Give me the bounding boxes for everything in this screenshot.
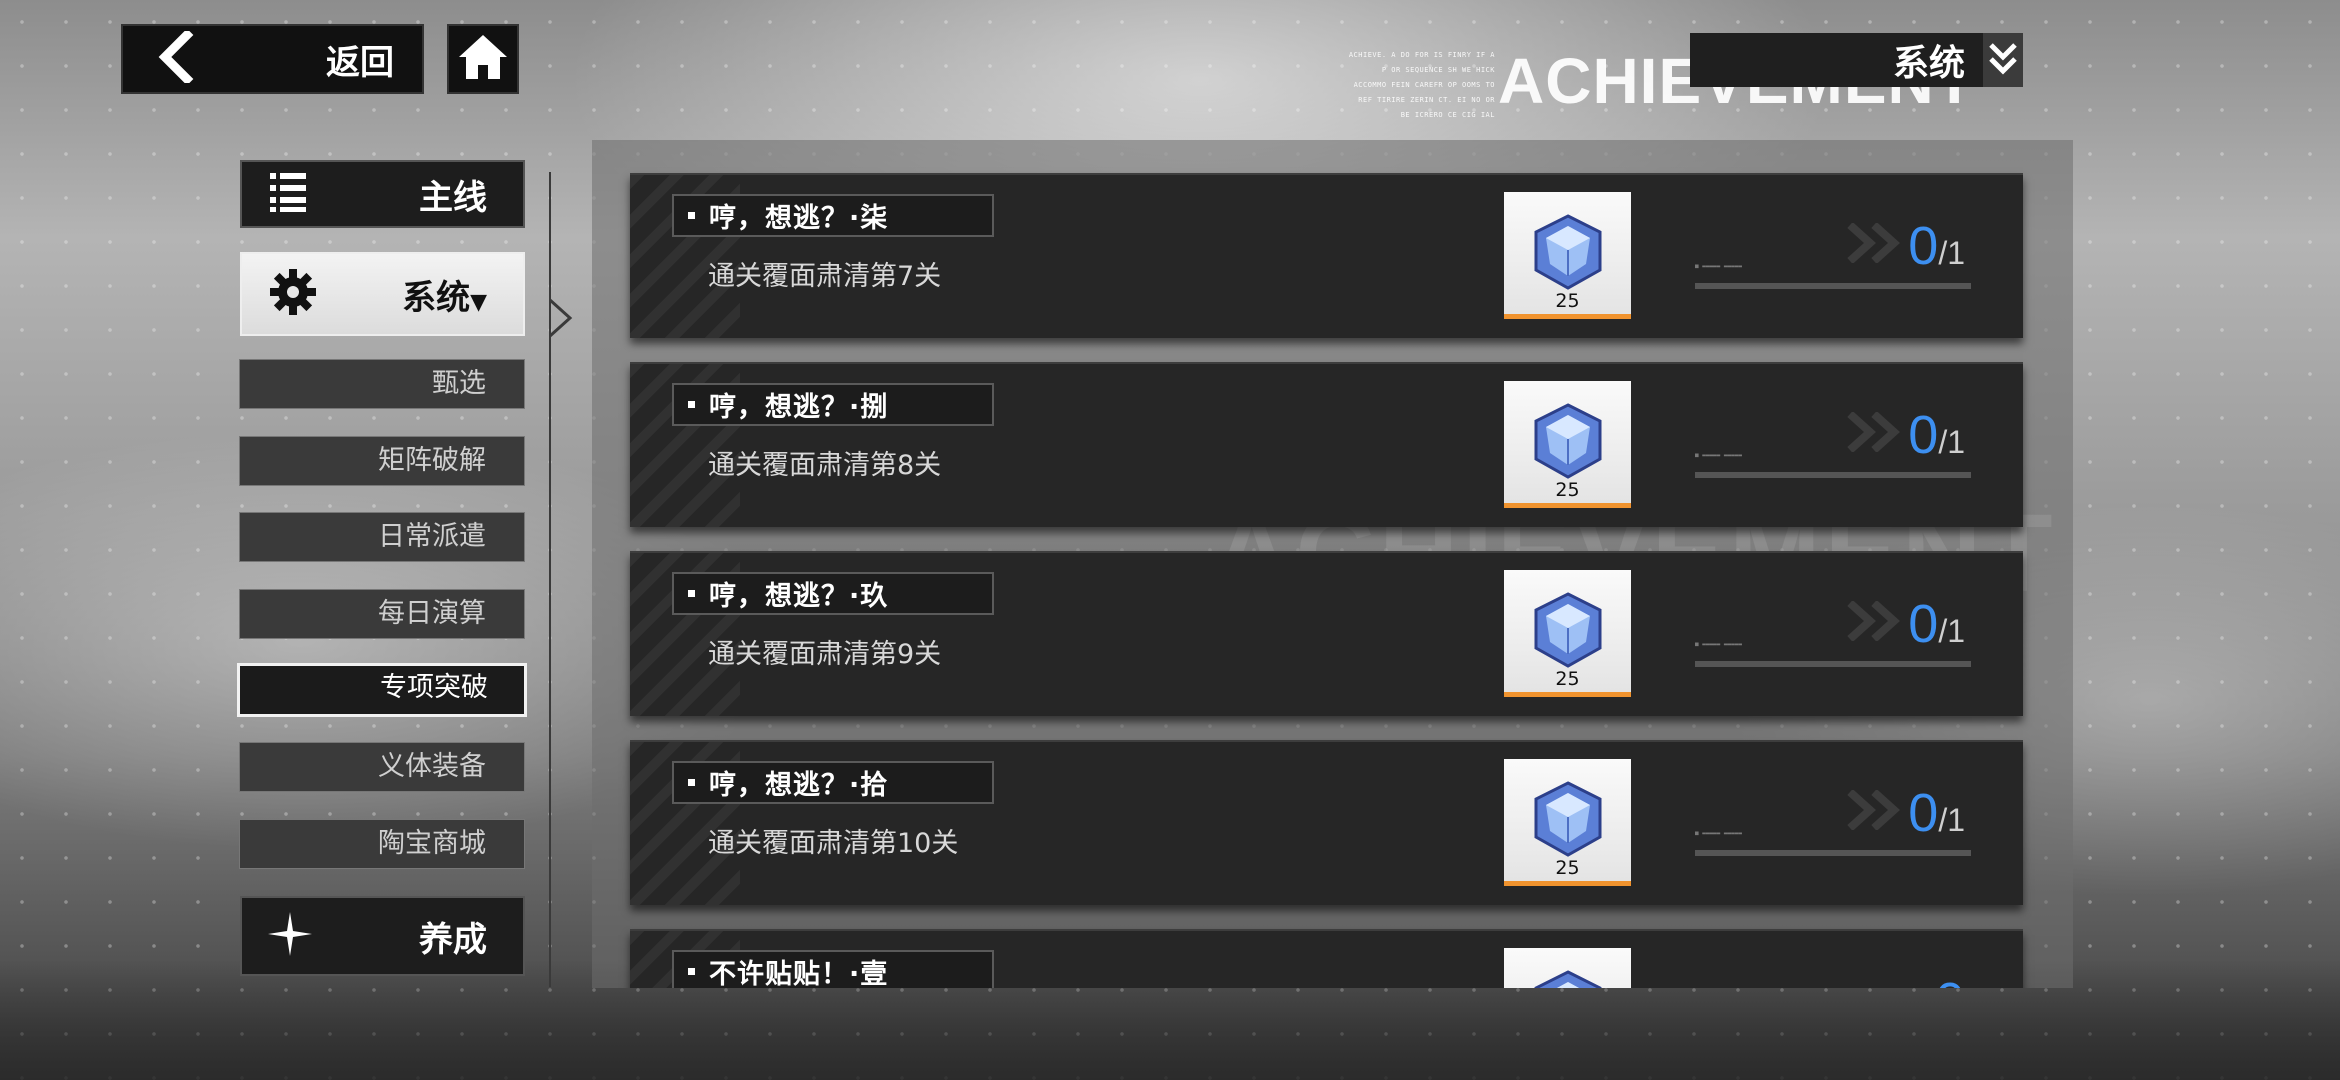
achievement-title-box: 哼，想逃？·捌 bbox=[672, 383, 994, 426]
reward-quantity: 25 bbox=[1555, 479, 1580, 501]
achievement-title-box: 哼，想逃？·玖 bbox=[672, 572, 994, 615]
sidebar-item-tao-shop[interactable]: 陶宝商城 bbox=[239, 819, 525, 869]
progress-decor-text: ■ ▬▬▬▬▬ ▬▬▬▬▬ bbox=[1695, 830, 1742, 837]
progress-bar bbox=[1695, 850, 1971, 856]
achievement-progress: ■ ▬▬▬▬▬ ▬▬▬▬▬ 0/1 bbox=[1695, 593, 1975, 673]
achievement-list-panel[interactable]: ACHIEVEMENT 哼，想逃？·柒 通关覆面肃清第7关 25 ■ ▬▬▬▬▬… bbox=[592, 140, 2073, 988]
sidebar-item-select[interactable]: 甄选 bbox=[239, 359, 525, 409]
progress-count: 0/1 bbox=[1908, 405, 1965, 465]
back-button-label: 返回 bbox=[326, 42, 394, 83]
sparkle-icon bbox=[268, 912, 312, 960]
achievement-description: 通关覆面肃清第9关 bbox=[708, 639, 942, 670]
reward-quantity: 25 bbox=[1555, 857, 1580, 879]
category-system[interactable]: 系统▼ bbox=[240, 252, 525, 336]
reward-quantity: 25 bbox=[1555, 290, 1580, 312]
sidebar-item-daily-dispatch[interactable]: 日常派遣 bbox=[239, 512, 525, 562]
achievement-progress: ■ ▬▬▬▬▬ ▬▬▬▬▬ 0/1 bbox=[1695, 404, 1975, 484]
arrows-right-icon bbox=[1840, 411, 1910, 456]
sidebar-divider bbox=[549, 172, 551, 987]
list-icon bbox=[268, 171, 308, 217]
category-main-label: 主线 bbox=[419, 177, 487, 218]
crystal-gem-icon bbox=[1530, 779, 1606, 863]
chevron-left-icon bbox=[153, 28, 197, 87]
crystal-gem-icon bbox=[1530, 590, 1606, 674]
reward-item[interactable]: 25 bbox=[1504, 570, 1631, 697]
sidebar-item-special-breakthrough[interactable]: 专项突破 bbox=[237, 663, 527, 717]
progress-count: 0/1 bbox=[1908, 216, 1965, 276]
bullet-icon bbox=[688, 401, 695, 408]
achievement-progress: 0 bbox=[1695, 971, 1975, 988]
progress-decor-text: ■ ▬▬▬▬▬ ▬▬▬▬▬ bbox=[1695, 641, 1742, 648]
arrows-right-icon bbox=[1840, 600, 1910, 645]
reward-item[interactable] bbox=[1504, 948, 1631, 988]
progress-count: 0/1 bbox=[1908, 783, 1965, 843]
gear-icon bbox=[268, 267, 318, 321]
bullet-icon bbox=[688, 590, 695, 597]
category-main[interactable]: 主线 bbox=[240, 160, 525, 228]
bullet-icon bbox=[688, 779, 695, 786]
achievement-description: 通关覆面肃清第7关 bbox=[708, 261, 942, 292]
achievement-title: 不许贴贴！·壹 bbox=[709, 959, 889, 988]
category-growth[interactable]: 养成 bbox=[240, 896, 525, 976]
achievement-description: 通关覆面肃清第10关 bbox=[708, 828, 959, 859]
bullet-icon bbox=[688, 212, 695, 219]
watermark-small-text: ACHIEVE. A DO FOR IS FINRY IF A P OR SEQ… bbox=[1348, 51, 1495, 119]
category-system-label: 系统▼ bbox=[402, 277, 487, 318]
achievement-card[interactable]: 哼，想逃？·拾 通关覆面肃清第10关 25 ■ ▬▬▬▬▬ ▬▬▬▬▬ 0/1 bbox=[630, 740, 2023, 905]
sidebar-item-matrix-crack[interactable]: 矩阵破解 bbox=[239, 436, 525, 486]
sidebar-item-cyber-equipment[interactable]: 义体装备 bbox=[239, 742, 525, 792]
progress-count: 0/1 bbox=[1908, 594, 1965, 654]
double-chevron-down-icon bbox=[1983, 33, 2023, 87]
progress-count: 0 bbox=[1935, 971, 1965, 988]
achievement-card[interactable]: 哼，想逃？·捌 通关覆面肃清第8关 25 ■ ▬▬▬▬▬ ▬▬▬▬▬ 0/1 bbox=[630, 362, 2023, 527]
achievement-title: 哼，想逃？·捌 bbox=[709, 392, 889, 423]
reward-item[interactable]: 25 bbox=[1504, 192, 1631, 319]
achievement-card[interactable]: 不许贴贴！·壹 0 bbox=[630, 929, 2023, 988]
progress-decor-text: ■ ▬▬▬▬▬ ▬▬▬▬▬ bbox=[1695, 452, 1742, 459]
crystal-gem-icon bbox=[1530, 968, 1606, 988]
achievement-title: 哼，想逃？·柒 bbox=[709, 203, 889, 234]
achievement-title: 哼，想逃？·玖 bbox=[709, 581, 889, 612]
crystal-gem-icon bbox=[1530, 401, 1606, 485]
arrows-right-icon bbox=[1840, 789, 1910, 834]
progress-decor-text: ■ ▬▬▬▬▬ ▬▬▬▬▬ bbox=[1695, 263, 1742, 270]
achievement-title-box: 不许贴贴！·壹 bbox=[672, 950, 994, 988]
achievement-progress: ■ ▬▬▬▬▬ ▬▬▬▬▬ 0/1 bbox=[1695, 782, 1975, 862]
achievement-title: 哼，想逃？·拾 bbox=[709, 770, 889, 801]
achievement-card[interactable]: 哼，想逃？·玖 通关覆面肃清第9关 25 ■ ▬▬▬▬▬ ▬▬▬▬▬ 0/1 bbox=[630, 551, 2023, 716]
category-pill-label: 系统 bbox=[1892, 43, 1965, 84]
achievement-description: 通关覆面肃清第8关 bbox=[708, 450, 942, 481]
category-growth-label: 养成 bbox=[419, 919, 487, 960]
achievement-title-box: 哼，想逃？·拾 bbox=[672, 761, 994, 804]
crystal-gem-icon bbox=[1530, 212, 1606, 296]
progress-bar bbox=[1695, 472, 1971, 478]
home-icon bbox=[457, 31, 509, 87]
progress-bar bbox=[1695, 283, 1971, 289]
reward-item[interactable]: 25 bbox=[1504, 759, 1631, 886]
back-button[interactable]: 返回 bbox=[121, 24, 424, 94]
sidebar-item-daily-calc[interactable]: 每日演算 bbox=[239, 589, 525, 639]
achievement-title-box: 哼，想逃？·柒 bbox=[672, 194, 994, 237]
category-pill[interactable]: 系统 bbox=[1690, 33, 2023, 87]
progress-bar bbox=[1695, 661, 1971, 667]
achievement-card[interactable]: 哼，想逃？·柒 通关覆面肃清第7关 25 ■ ▬▬▬▬▬ ▬▬▬▬▬ 0/1 bbox=[630, 173, 2023, 338]
reward-item[interactable]: 25 bbox=[1504, 381, 1631, 508]
bullet-icon bbox=[688, 968, 695, 975]
reward-quantity: 25 bbox=[1555, 668, 1580, 690]
home-button[interactable] bbox=[447, 24, 519, 94]
caret-down-icon: ▼ bbox=[470, 289, 487, 315]
achievement-progress: ■ ▬▬▬▬▬ ▬▬▬▬▬ 0/1 bbox=[1695, 215, 1975, 295]
selection-pointer-icon bbox=[548, 298, 574, 342]
arrows-right-icon bbox=[1840, 222, 1910, 267]
